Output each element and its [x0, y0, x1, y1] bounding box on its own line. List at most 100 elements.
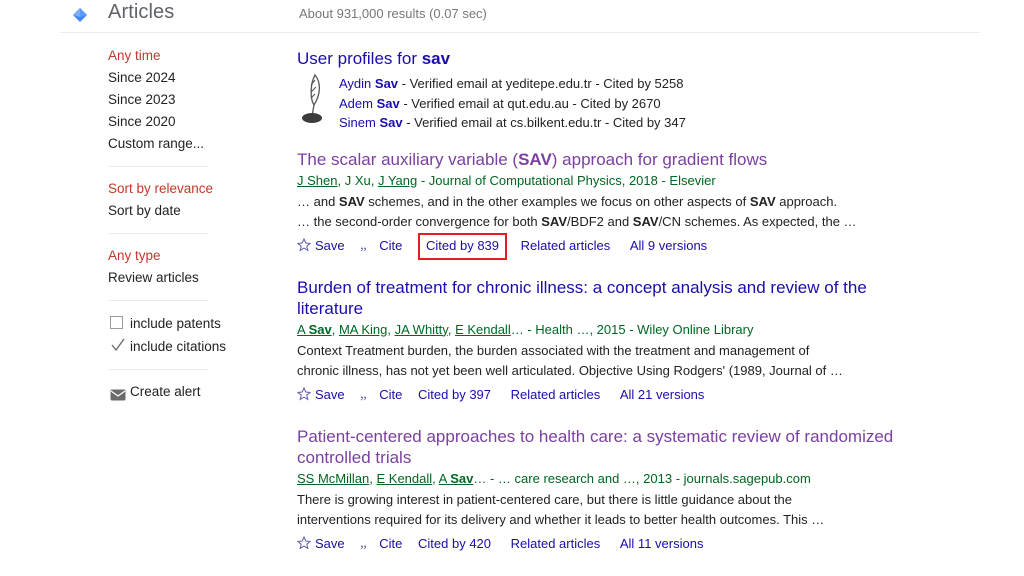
cited-by-link[interactable]: Cited by 839	[418, 232, 508, 260]
profile-detail: - Verified email at cs.bilkent.edu.tr - …	[402, 115, 686, 130]
related-articles-link[interactable]: Related articles	[511, 534, 601, 554]
sidebar-item-sort-relevance[interactable]: Sort by relevance	[0, 178, 290, 200]
quote-icon: „	[360, 535, 375, 551]
author-link[interactable]: MA King	[339, 322, 387, 337]
sidebar-checkbox-include-citations[interactable]: include citations	[0, 335, 290, 358]
snippet-keyword: SAV	[749, 193, 776, 209]
create-alert-button[interactable]: Create alert	[0, 381, 290, 403]
author-link[interactable]: E Kendall	[455, 322, 511, 337]
cited-by-link[interactable]: Cited by 397	[418, 385, 491, 405]
result-snippet: There is growing interest in patient-cen…	[297, 490, 997, 530]
page-title: Articles	[108, 1, 175, 23]
cite-label: Cite	[379, 237, 403, 253]
profile-name-link[interactable]: Sinem Sav	[339, 115, 403, 130]
user-profiles-heading[interactable]: User profiles for sav	[297, 48, 997, 70]
search-result-item: The scalar auxiliary variable (SAV) appr…	[296, 149, 997, 260]
snippet-line: … and SAV schemes, and in the other exam…	[297, 192, 997, 212]
scholar-logo-icon	[68, 4, 92, 28]
result-title-post: ) approach for gradient flows	[551, 149, 768, 169]
author-link[interactable]: A Sav	[297, 322, 332, 337]
result-snippet: … and SAV schemes, and in the other exam…	[297, 192, 997, 232]
author-link[interactable]: E Kendall	[376, 471, 432, 486]
checkbox-empty-icon[interactable]	[110, 316, 123, 329]
profile-entry: Aydin Sav - Verified email at yeditepe.e…	[339, 74, 997, 94]
user-profiles-heading-prefix: User profiles for	[297, 49, 422, 68]
profile-first-name: Aydin	[339, 76, 375, 91]
snippet-line: chronic illness, has not yet been well a…	[297, 362, 843, 378]
svg-text:„: „	[360, 387, 366, 401]
result-meta-tail: - Journal of Computational Physics, 2018…	[417, 172, 716, 188]
snippet-text: … the second-order convergence for both	[297, 213, 542, 229]
sidebar-item-any-type[interactable]: Any type	[0, 245, 290, 267]
sidebar-item-sort-date[interactable]: Sort by date	[0, 200, 290, 222]
cite-button[interactable]: „ Cite	[360, 385, 402, 405]
profile-detail: - Verified email at qut.edu.au - Cited b…	[399, 95, 661, 111]
sidebar-item-review-articles[interactable]: Review articles	[0, 267, 290, 289]
svg-text:„: „	[360, 238, 366, 252]
snippet-keyword: SAV	[541, 213, 568, 229]
sidebar-item-custom-range[interactable]: Custom range...	[0, 133, 290, 155]
snippet-text: schemes, and in the other examples we fo…	[364, 193, 750, 209]
quill-pen-icon	[299, 72, 329, 124]
profile-name-link[interactable]: Aydin Sav	[339, 76, 398, 91]
svg-text:„: „	[360, 536, 366, 550]
result-actions: Save „ Cite Cited by 839 Related article…	[296, 232, 997, 260]
sidebar-checkbox-label-patents: include patents	[130, 316, 221, 331]
result-title-link[interactable]: Burden of treatment for chronic illness:…	[297, 277, 877, 319]
checkbox-checked-icon[interactable]	[110, 338, 125, 353]
sidebar-divider-3	[108, 300, 208, 301]
all-versions-link[interactable]: All 11 versions	[620, 534, 704, 554]
profile-name-link[interactable]: Adem Sav	[339, 96, 400, 111]
sidebar-item-since-2023[interactable]: Since 2023	[0, 89, 290, 111]
sidebar-divider-1	[108, 166, 208, 167]
star-icon	[296, 386, 312, 401]
profile-first-name: Sinem	[339, 115, 380, 130]
sidebar-group-time: Any time Since 2024 Since 2023 Since 202…	[0, 45, 290, 155]
save-button[interactable]: Save	[296, 236, 345, 256]
snippet-text: approach.	[775, 193, 838, 209]
search-result-item: Patient-centered approaches to health ca…	[296, 426, 997, 554]
result-meta: SS McMillan, E Kendall, A Sav… - … care …	[297, 469, 997, 488]
snippet-line: … the second-order convergence for both …	[297, 212, 997, 232]
save-label: Save	[315, 237, 345, 253]
save-label: Save	[315, 386, 345, 402]
create-alert-label: Create alert	[130, 384, 201, 399]
result-title-link[interactable]: Patient-centered approaches to health ca…	[297, 426, 907, 468]
author-sep: ,	[331, 321, 339, 337]
related-articles-link[interactable]: Related articles	[521, 236, 611, 256]
results-column: User profiles for sav Aydin Sav - Verifi…	[296, 48, 997, 554]
save-button[interactable]: Save	[296, 534, 345, 554]
sidebar-group-type: Any type Review articles	[0, 245, 290, 289]
sidebar-checkbox-include-patents[interactable]: include patents	[0, 312, 290, 335]
sidebar-checkbox-label-citations: include citations	[130, 339, 227, 354]
author-link[interactable]: SS McMillan	[297, 471, 369, 486]
author-sep: ,	[387, 321, 395, 337]
snippet-line: There is growing interest in patient-cen…	[297, 491, 793, 507]
save-button[interactable]: Save	[296, 385, 345, 405]
quote-icon: „	[360, 386, 375, 402]
result-title-link[interactable]: The scalar auxiliary variable (SAV) appr…	[297, 149, 997, 170]
author-plain: J Xu	[344, 172, 371, 188]
all-versions-link[interactable]: All 21 versions	[620, 385, 705, 405]
author-link[interactable]: JA Whitty	[395, 322, 448, 337]
cite-button[interactable]: „ Cite	[360, 534, 402, 554]
result-title-pre: Patient-centered approaches to health ca…	[297, 426, 894, 467]
envelope-icon	[110, 386, 126, 401]
result-meta-tail: … - Health …, 2015 - Wiley Online Librar…	[510, 321, 754, 337]
all-versions-link[interactable]: All 9 versions	[630, 236, 707, 256]
result-actions: Save „ Cite Cited by 420 Related article…	[296, 534, 997, 554]
sidebar-item-any-time[interactable]: Any time	[0, 45, 290, 67]
cite-button[interactable]: „ Cite	[360, 236, 402, 256]
author-link[interactable]: J Yang	[378, 173, 417, 188]
author-link[interactable]: J Shen	[297, 173, 337, 188]
result-meta: A Sav, MA King, JA Whitty, E Kendall… - …	[297, 320, 997, 339]
sidebar-divider-2	[108, 233, 208, 234]
user-profiles-list: Aydin Sav - Verified email at yeditepe.e…	[297, 72, 997, 133]
quote-icon: „	[360, 237, 375, 253]
author-link[interactable]: A Sav	[439, 471, 474, 486]
cited-by-link[interactable]: Cited by 420	[418, 534, 491, 554]
sidebar-item-since-2020[interactable]: Since 2020	[0, 111, 290, 133]
top-bar: Articles About 931,000 results (0.07 sec…	[0, 0, 1024, 33]
related-articles-link[interactable]: Related articles	[511, 385, 601, 405]
sidebar-item-since-2024[interactable]: Since 2024	[0, 67, 290, 89]
